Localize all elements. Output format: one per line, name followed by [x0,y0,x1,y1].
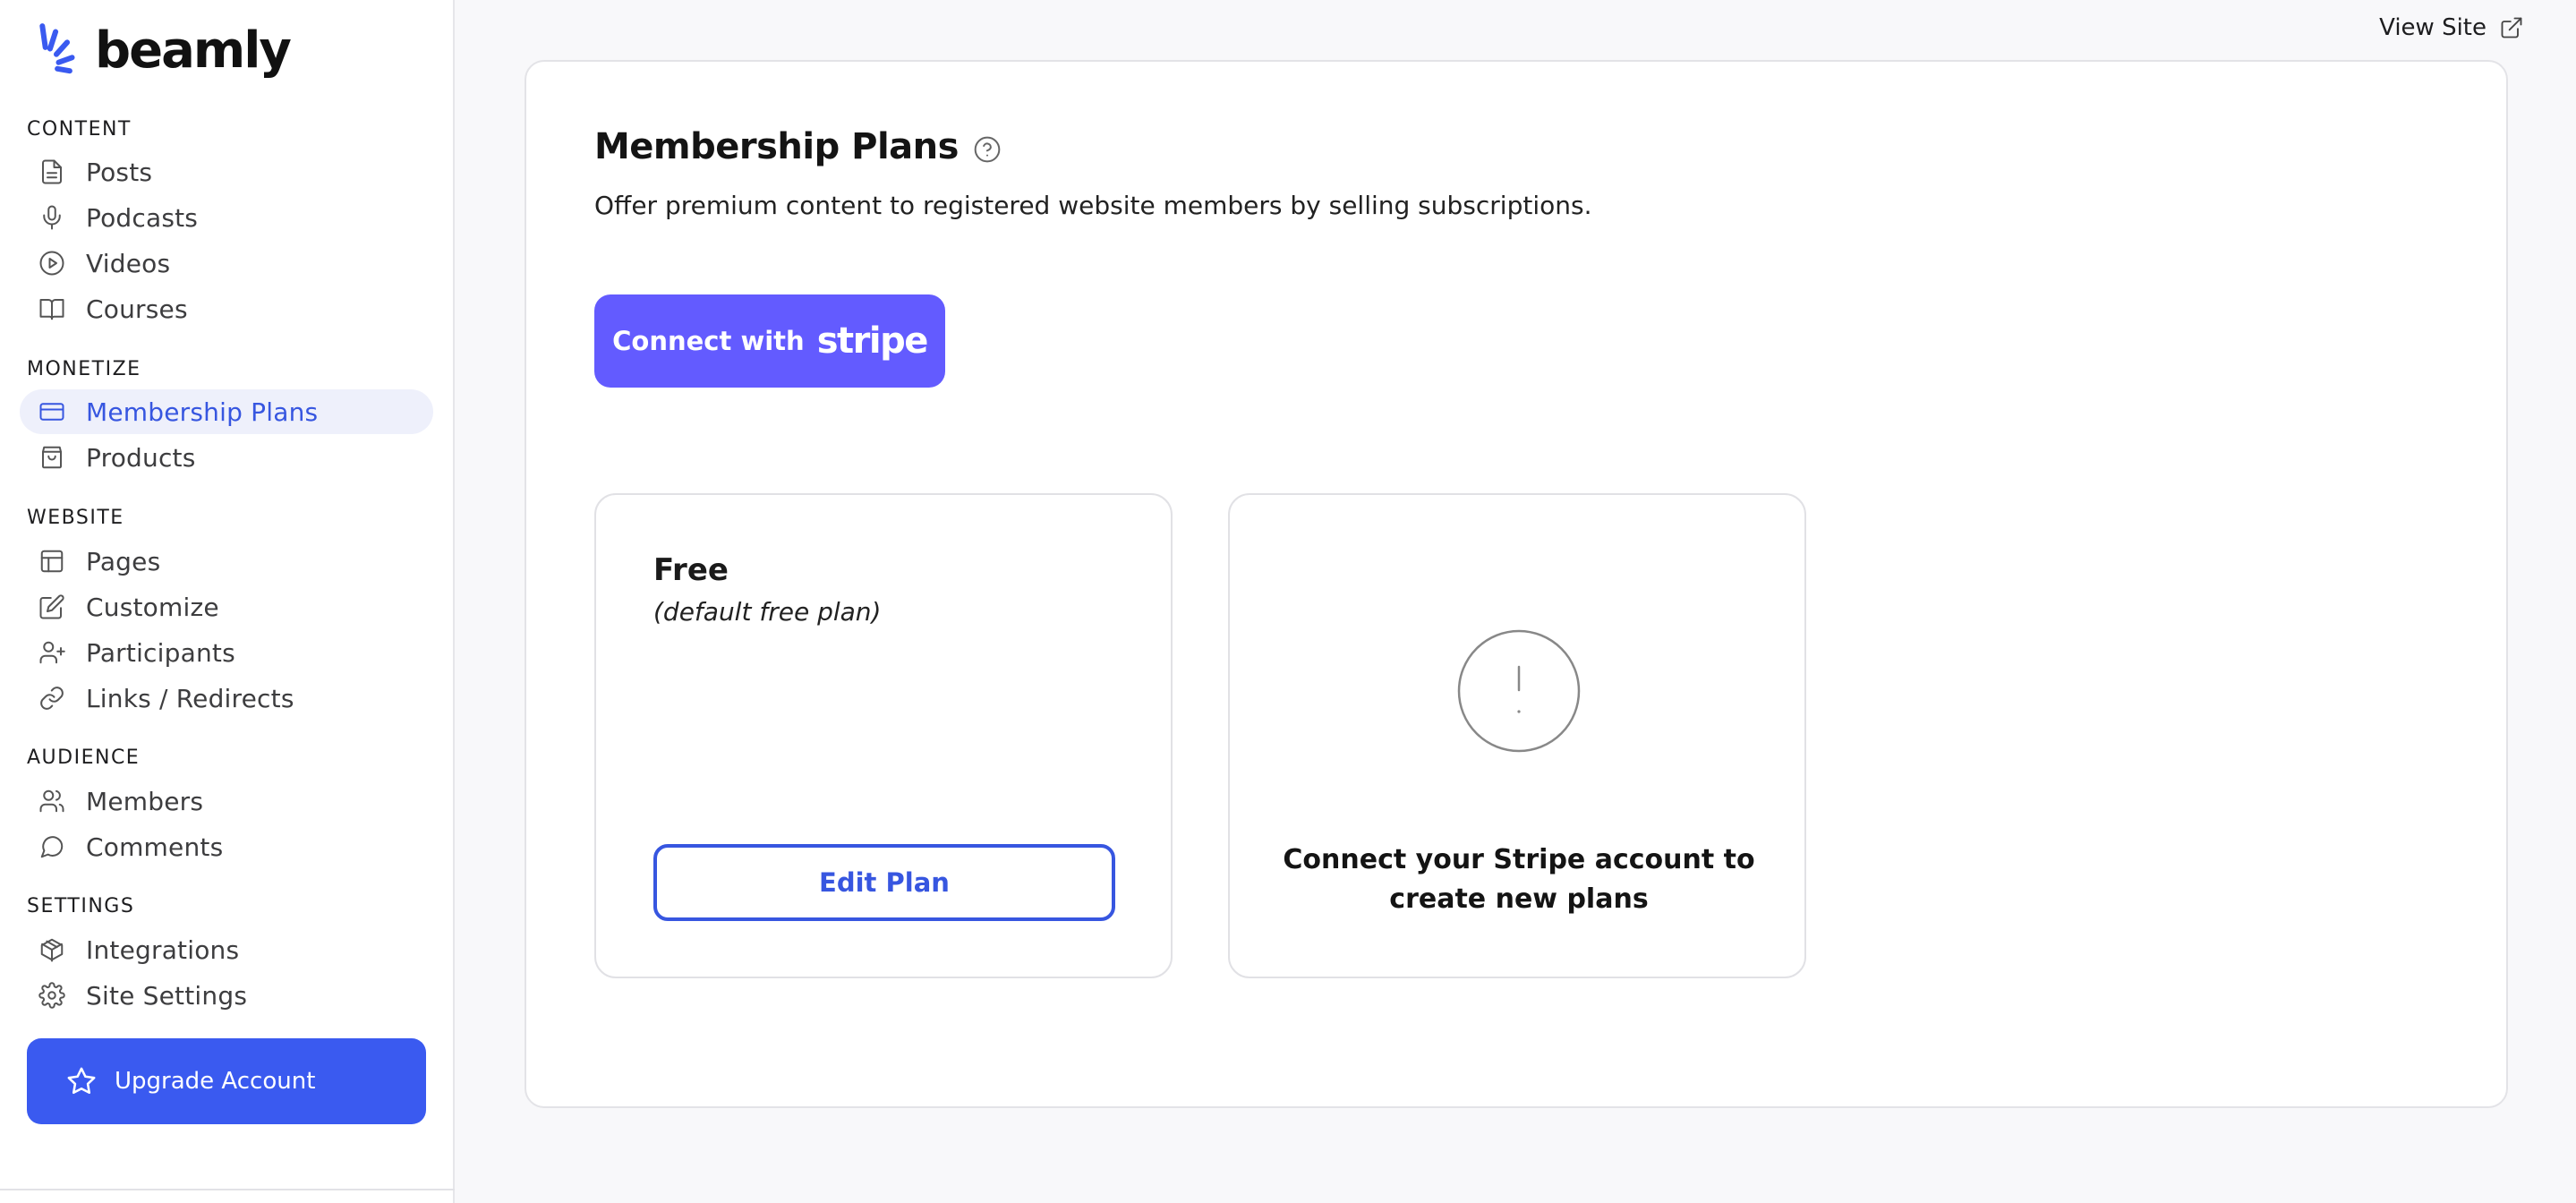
connect-stripe-message: Connect your Stripe account to create ne… [1283,844,1755,915]
connect-stripe-button[interactable]: Connect with stripe [594,294,945,388]
sidebar-item-videos[interactable]: Videos [20,241,433,286]
package-icon [38,935,66,964]
sidebar-item-label: Customize [86,592,219,622]
book-open-icon [38,294,66,323]
beamly-logo-icon [39,23,75,74]
membership-plans-panel: Membership Plans Offer premium content t… [525,60,2508,1108]
sidebar-item-posts[interactable]: Posts [20,149,433,194]
edit-plan-button[interactable]: Edit Plan [653,844,1115,921]
plan-name: Free [653,552,729,588]
sidebar-item-label: Members [86,786,204,816]
play-circle-icon [38,249,66,277]
sidebar-item-links-redirects[interactable]: Links / Redirects [20,676,433,721]
message-circle-icon [38,832,66,861]
sidebar-item-site-settings[interactable]: Site Settings [20,973,433,1018]
page-subtitle: Offer premium content to registered webs… [594,191,1592,220]
section-label-website: WEBSITE [27,507,124,529]
sidebar-item-label: Integrations [86,934,240,965]
sidebar-item-label: Comments [86,832,224,862]
layout-icon [38,547,66,576]
sidebar-item-label: Products [86,442,196,473]
view-site-link[interactable]: View Site [2379,14,2524,41]
section-label-audience: AUDIENCE [27,747,141,769]
page-title: Membership Plans [594,126,1002,167]
sidebar-item-label: Participants [86,637,235,668]
sidebar: beamly CONTENT Posts Podcasts Videos Cou… [0,0,455,1203]
view-site-label: View Site [2379,14,2486,41]
edit-icon [38,593,66,621]
upgrade-account-button[interactable]: Upgrade Account [27,1038,426,1124]
section-label-monetize: MONETIZE [27,358,141,380]
sidebar-item-label: Site Settings [86,980,248,1011]
sidebar-item-label: Videos [86,248,171,278]
sidebar-item-integrations[interactable]: Integrations [20,927,433,972]
user-plus-icon [38,638,66,667]
sidebar-item-label: Courses [86,294,188,324]
stripe-logo: stripe [816,320,929,362]
upgrade-account-label: Upgrade Account [115,1068,316,1095]
plan-description: (default free plan) [653,597,882,627]
sidebar-item-members[interactable]: Members [20,779,433,823]
section-label-settings: SETTINGS [27,895,135,917]
brand-name: beamly [95,21,292,80]
sidebar-item-label: Links / Redirects [86,683,294,713]
sidebar-item-customize[interactable]: Customize [20,584,433,629]
star-icon [67,1067,96,1095]
users-icon [38,787,66,815]
help-circle-icon[interactable] [973,135,1002,164]
link-icon [38,684,66,712]
plan-card-free: Free (default free plan) Edit Plan [594,493,1173,978]
sidebar-item-courses[interactable]: Courses [20,286,433,331]
credit-card-icon [38,397,66,426]
sidebar-item-products[interactable]: Products [20,435,433,480]
microphone-icon [38,203,66,232]
brand-logo[interactable]: beamly [38,21,292,81]
section-label-content: CONTENT [27,118,132,141]
sidebar-item-label: Pages [86,546,161,576]
alert-circle-icon [1457,629,1581,753]
plan-card-connect-stripe: Connect your Stripe account to create ne… [1228,493,1806,978]
external-link-icon [2501,17,2522,38]
sidebar-item-label: Membership Plans [86,397,319,427]
sidebar-item-label: Posts [86,157,153,187]
shopping-bag-icon [38,443,66,472]
connect-with-label: Connect with [612,326,805,356]
sidebar-item-membership-plans[interactable]: Membership Plans [20,389,433,434]
gear-icon [38,981,66,1010]
sidebar-item-comments[interactable]: Comments [20,824,433,869]
sidebar-item-pages[interactable]: Pages [20,539,433,584]
page-title-text: Membership Plans [594,126,959,167]
file-text-icon [38,158,66,186]
sidebar-item-label: Podcasts [86,202,199,233]
sidebar-item-participants[interactable]: Participants [20,630,433,675]
sidebar-item-podcasts[interactable]: Podcasts [20,195,433,240]
divider [0,1189,455,1190]
